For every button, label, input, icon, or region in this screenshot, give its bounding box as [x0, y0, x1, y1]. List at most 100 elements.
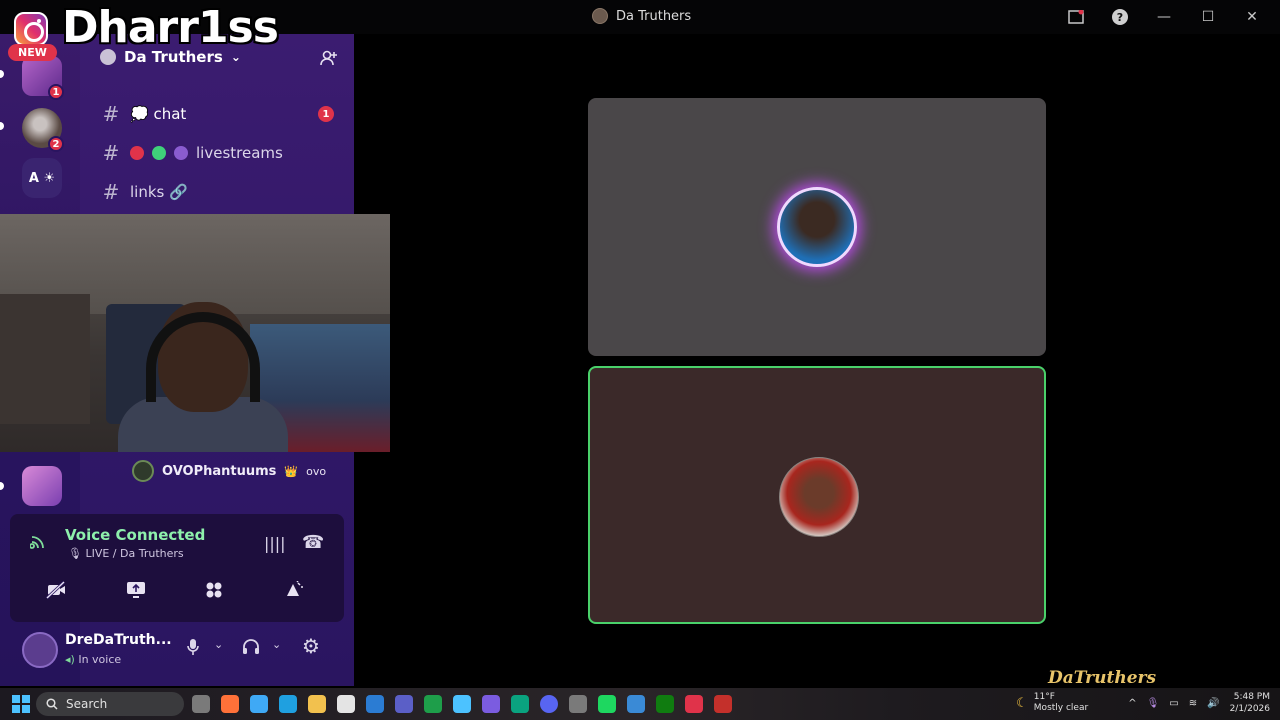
- voice-status-icon: ◂): [65, 653, 75, 666]
- signal-icon[interactable]: [29, 534, 48, 555]
- user-panel: DreDaTruth... ◂) In voice ⌄ ⌄ ⚙: [10, 626, 344, 676]
- taskbar-app-icon[interactable]: [395, 695, 413, 713]
- taskbar-app-icon[interactable]: [279, 695, 297, 713]
- network-icon[interactable]: ▭: [1169, 698, 1178, 709]
- help-button[interactable]: ?: [1098, 4, 1142, 30]
- help-icon: ?: [1112, 9, 1128, 25]
- crown-icon: 👑: [284, 464, 299, 478]
- voice-member-name: OVOPhantuums: [162, 463, 277, 479]
- watermark-logo: DaTruthers: [1048, 668, 1157, 688]
- server-icon: [592, 8, 608, 24]
- unread-pill: [0, 482, 4, 490]
- taskbar-search[interactable]: Search: [36, 692, 184, 716]
- hash-icon: #: [102, 141, 120, 165]
- unread-badge: 2: [48, 136, 64, 152]
- channel-livestreams[interactable]: # livestreams: [100, 141, 283, 165]
- unread-badge: 1: [318, 106, 334, 122]
- add-member-icon[interactable]: [320, 50, 338, 70]
- headset-button[interactable]: [242, 638, 260, 660]
- channel-name: 💭 chat: [130, 105, 187, 123]
- taskbar-app-icon[interactable]: [540, 695, 558, 713]
- taskbar-app-icon[interactable]: [569, 695, 587, 713]
- server-label: A ☀: [28, 170, 56, 186]
- headset-options-chevron-icon[interactable]: ⌄: [272, 638, 281, 651]
- username[interactable]: DreDaTruth...: [65, 632, 172, 648]
- weather-widget[interactable]: ☾ 11°F Mostly clear: [1016, 692, 1088, 714]
- voice-channel-link[interactable]: 🎙 LIVE / Da Truthers: [68, 547, 184, 560]
- purple-dot-icon: [174, 146, 188, 160]
- noise-suppression-icon[interactable]: ||||: [264, 534, 286, 553]
- voice-connection-panel: Voice Connected 🎙 LIVE / Da Truthers |||…: [10, 514, 344, 622]
- server-icon-4[interactable]: [22, 466, 62, 506]
- inbox-icon[interactable]: [1054, 4, 1098, 30]
- taskbar-app-icon[interactable]: [598, 695, 616, 713]
- taskbar-app-icon[interactable]: [424, 695, 442, 713]
- taskbar-app-icon[interactable]: [656, 695, 674, 713]
- share-screen-button[interactable]: [104, 572, 168, 608]
- unread-pill: [0, 122, 4, 130]
- webcam-overlay: [0, 214, 390, 452]
- green-dot-icon: [152, 146, 166, 160]
- taskbar-app-icon[interactable]: [511, 695, 529, 713]
- close-button[interactable]: ✕: [1230, 4, 1274, 30]
- window-title: Da Truthers: [592, 8, 691, 24]
- mic-options-chevron-icon[interactable]: ⌄: [214, 638, 223, 651]
- channel-links[interactable]: # links 🔗: [100, 180, 188, 204]
- user-status: ◂) In voice: [65, 653, 121, 666]
- window-controls: ? — ☐ ✕: [1054, 4, 1274, 30]
- taskbar-app-icon[interactable]: [192, 695, 210, 713]
- search-icon: [46, 698, 58, 710]
- disconnect-icon[interactable]: ☎: [302, 532, 324, 553]
- tray-chevron-icon[interactable]: ^: [1128, 698, 1136, 709]
- taskbar-app-icon[interactable]: [337, 695, 355, 713]
- taskbar-app-icon[interactable]: [453, 695, 471, 713]
- mic-tray-icon[interactable]: 🎙: [1147, 698, 1160, 709]
- server-icon-1[interactable]: 1: [22, 56, 64, 100]
- streamer-name: Dharr1ss: [62, 2, 279, 53]
- server-icon-2[interactable]: 2: [22, 108, 64, 152]
- system-tray: ☾ 11°F Mostly clear ^ 🎙 ▭ ≋ 🔊 5:48 PM 2/…: [1016, 691, 1270, 715]
- taskbar-app-icon[interactable]: [366, 695, 384, 713]
- channel-name: livestreams: [196, 144, 283, 162]
- taskbar-app-icon[interactable]: [221, 695, 239, 713]
- server-icon-3[interactable]: A ☀: [22, 158, 62, 198]
- settings-gear-icon[interactable]: ⚙: [302, 634, 320, 658]
- volume-icon[interactable]: 🔊: [1207, 698, 1219, 709]
- soundboard-button[interactable]: [262, 572, 326, 608]
- wifi-icon[interactable]: ≋: [1189, 698, 1197, 709]
- camera-off-button[interactable]: [24, 572, 88, 608]
- channel-chat[interactable]: # 💭 chat 1: [100, 102, 334, 126]
- video-tile-participant-1[interactable]: [588, 98, 1046, 356]
- webcam-person: [118, 302, 288, 452]
- red-dot-icon: [130, 146, 144, 160]
- weather-desc: Mostly clear: [1033, 703, 1089, 713]
- clock-time: 5:48 PM: [1233, 692, 1270, 702]
- taskbar-app-icon[interactable]: [627, 695, 645, 713]
- instagram-logo-icon: [14, 12, 48, 46]
- maximize-button[interactable]: ☐: [1186, 4, 1230, 30]
- participant-avatar: [779, 457, 859, 537]
- windows-start-icon[interactable]: [12, 695, 30, 713]
- mic-button[interactable]: [186, 638, 200, 660]
- activities-button[interactable]: [182, 572, 246, 608]
- moon-icon: ☾: [1016, 695, 1028, 711]
- avatar[interactable]: [22, 632, 58, 668]
- taskbar-app-icon[interactable]: [714, 695, 732, 713]
- participant-avatar: [777, 187, 857, 267]
- avatar: [132, 460, 154, 482]
- minimize-button[interactable]: —: [1142, 4, 1186, 30]
- voice-member-tag: ovo: [306, 464, 327, 478]
- unread-badge: 1: [48, 84, 64, 100]
- taskbar-app-icon[interactable]: [250, 695, 268, 713]
- voice-member[interactable]: OVOPhantuums 👑 ovo: [132, 460, 326, 482]
- taskbar-app-icon[interactable]: [482, 695, 500, 713]
- new-badge: NEW: [8, 44, 57, 61]
- hash-icon: #: [102, 180, 120, 204]
- unread-pill: [0, 70, 4, 78]
- taskbar-app-icon[interactable]: [685, 695, 703, 713]
- taskbar-app-icon[interactable]: [308, 695, 326, 713]
- clock[interactable]: 5:48 PM 2/1/2026: [1230, 691, 1270, 715]
- video-tile-participant-2-speaking[interactable]: [588, 366, 1046, 624]
- voice-connected-title: Voice Connected: [65, 526, 206, 544]
- webcam-shelf: [0, 294, 90, 424]
